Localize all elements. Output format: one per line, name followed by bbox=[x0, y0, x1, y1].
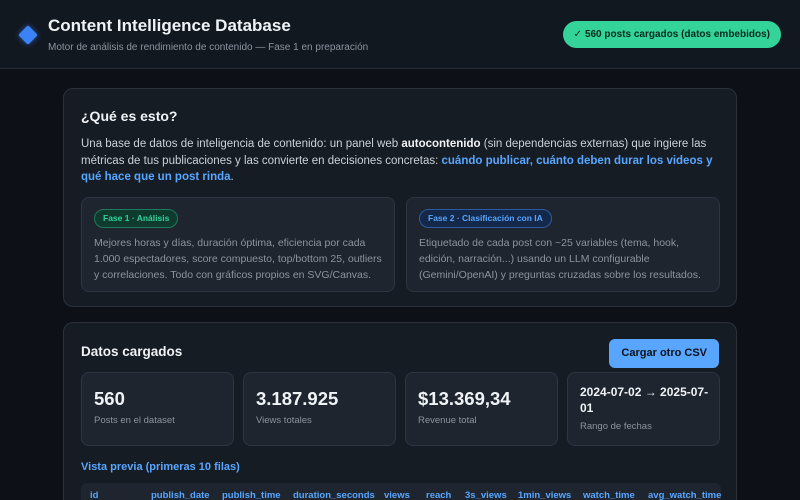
column-header-publish-date[interactable]: publish_date bbox=[151, 490, 210, 500]
phase-2-description: Etiquetado de cada post con ~25 variable… bbox=[419, 237, 701, 281]
app-title: Content Intelligence Database bbox=[48, 16, 291, 35]
column-header-publish-time[interactable]: publish_time bbox=[222, 490, 281, 500]
stat-label: Revenue total bbox=[418, 415, 477, 426]
column-header-id[interactable]: id bbox=[90, 490, 98, 500]
check-icon: ✓ bbox=[573, 29, 582, 40]
about-text-bold: autocontenido bbox=[401, 138, 481, 150]
about-card: ¿Qué es esto? Una base de datos de intel… bbox=[63, 88, 737, 307]
diamond-icon bbox=[18, 25, 38, 45]
phase-2-badge: Fase 2 · Clasificación con IA bbox=[419, 209, 552, 228]
load-csv-button[interactable]: Cargar otro CSV bbox=[609, 339, 719, 368]
about-text-end: . bbox=[230, 171, 234, 183]
posts-loaded-label: 560 posts cargados (datos embebidos) bbox=[584, 29, 770, 40]
stat-views: 3.187.925 Views totales bbox=[243, 372, 396, 446]
about-text-intro: Una base de datos de inteligencia de con… bbox=[81, 138, 402, 150]
preview-title: Vista previa (primeras 10 filas) bbox=[81, 461, 240, 473]
data-card: Datos cargados Cargar otro CSV 560 Posts… bbox=[63, 322, 737, 500]
stat-value: $13.369,34 bbox=[418, 388, 511, 409]
stat-label: Views totales bbox=[256, 415, 312, 426]
column-header-watch-time[interactable]: watch_time bbox=[583, 490, 635, 500]
posts-loaded-badge: ✓ 560 posts cargados (datos embebidos) bbox=[562, 21, 781, 48]
table-header-row: id publish_date publish_time duration_se… bbox=[81, 490, 721, 500]
phase-2-card: Fase 2 · Clasificación con IA Etiquetado… bbox=[406, 197, 720, 292]
data-title: Datos cargados bbox=[81, 344, 183, 359]
phase-1-description: Mejores horas y días, duración óptima, e… bbox=[94, 237, 382, 281]
preview-table: id publish_date publish_time duration_se… bbox=[81, 483, 721, 500]
column-header-duration-seconds[interactable]: duration_seconds bbox=[293, 490, 375, 500]
app-subtitle: Motor de análisis de rendimiento de cont… bbox=[48, 42, 369, 53]
stat-revenue: $13.369,34 Revenue total bbox=[405, 372, 558, 446]
stat-value: 560 bbox=[94, 388, 125, 409]
stat-value: 3.187.925 bbox=[256, 388, 339, 409]
column-header-reach[interactable]: reach bbox=[426, 490, 451, 500]
stat-date-range: 2024-07-02 → 2025-07-01 Rango de fechas bbox=[567, 372, 720, 446]
column-header-1min-views[interactable]: 1min_views bbox=[518, 490, 571, 500]
app-header: Content Intelligence Database Motor de a… bbox=[0, 0, 800, 69]
phase-1-badge: Fase 1 · Análisis bbox=[94, 209, 179, 228]
column-header-3s-views[interactable]: 3s_views bbox=[465, 490, 507, 500]
stat-label: Posts en el dataset bbox=[94, 415, 175, 426]
about-description: Una base de datos de inteligencia de con… bbox=[81, 136, 721, 186]
column-header-avg-watch-time[interactable]: avg_watch_time bbox=[648, 490, 721, 500]
column-header-views[interactable]: views bbox=[384, 490, 410, 500]
phase-1-card: Fase 1 · Análisis Mejores horas y días, … bbox=[81, 197, 395, 292]
stat-label: Rango de fechas bbox=[580, 421, 652, 432]
stat-posts: 560 Posts en el dataset bbox=[81, 372, 234, 446]
about-title: ¿Qué es esto? bbox=[81, 108, 178, 124]
stat-value: 2024-07-02 → 2025-07-01 bbox=[580, 385, 709, 415]
